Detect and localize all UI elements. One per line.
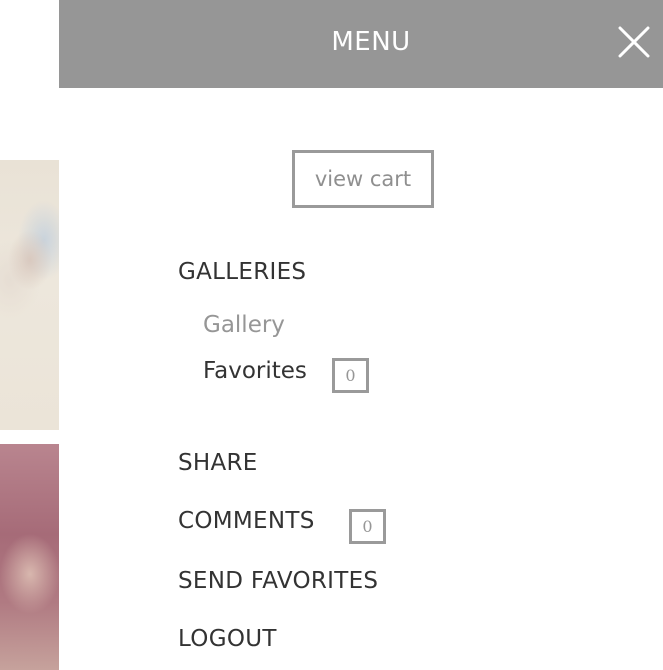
menu-panel: MENU view cart GALLERIES Gallery Favorit…	[59, 0, 663, 670]
background-page	[0, 0, 59, 670]
comments-count-badge: 0	[349, 509, 386, 544]
share-link[interactable]: SHARE	[178, 450, 258, 476]
gallery-link[interactable]: Gallery	[203, 312, 285, 338]
view-cart-button[interactable]: view cart	[292, 150, 434, 208]
gallery-photo-thumbnail[interactable]	[0, 160, 59, 430]
galleries-heading[interactable]: GALLERIES	[178, 259, 306, 285]
menu-header: MENU	[59, 0, 663, 88]
gallery-photo-thumbnail[interactable]	[0, 444, 59, 670]
logout-link[interactable]: LOGOUT	[178, 626, 277, 652]
send-favorites-link[interactable]: SEND FAVORITES	[178, 568, 378, 594]
app-window: MENU view cart GALLERIES Gallery Favorit…	[0, 0, 663, 670]
favorites-link[interactable]: Favorites	[203, 358, 307, 384]
comments-link[interactable]: COMMENTS	[178, 508, 315, 534]
close-icon	[618, 26, 650, 58]
close-menu-button[interactable]	[615, 23, 653, 61]
favorites-count-badge: 0	[332, 358, 369, 393]
photo-divider	[0, 430, 59, 444]
menu-title: MENU	[331, 27, 411, 57]
